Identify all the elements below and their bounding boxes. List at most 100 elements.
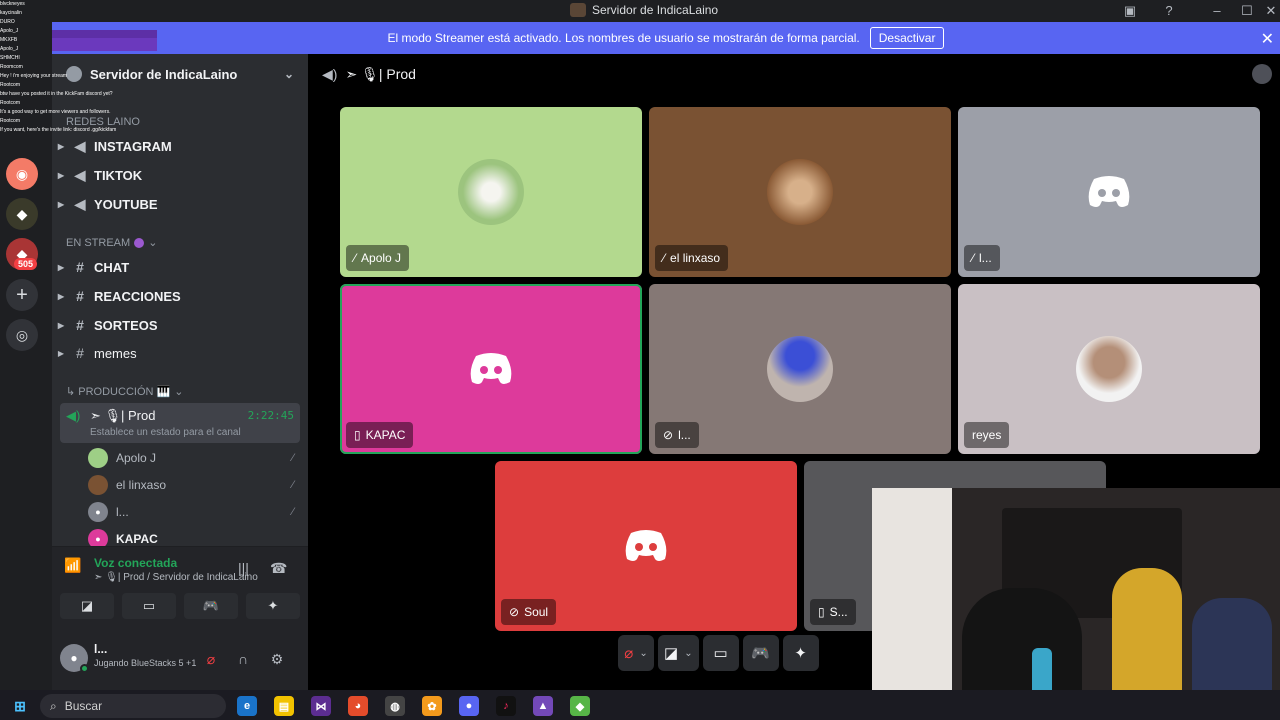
voice-user[interactable]: el linxaso ⁄	[88, 471, 300, 498]
online-status-icon	[80, 664, 89, 673]
camera-button[interactable]: ◪	[60, 593, 114, 619]
streamer-mode-message: El modo Streamer está activado. Los nomb…	[387, 31, 860, 45]
taskbar-search[interactable]: ⌕ Buscar	[40, 694, 226, 718]
add-server-icon[interactable]: +	[6, 279, 38, 311]
server-icon-2[interactable]: ◆	[6, 198, 38, 230]
disable-streamer-mode-button[interactable]: Desactivar	[869, 27, 945, 49]
server-icon	[570, 3, 586, 17]
participant-tile[interactable]: ⁄ el linxaso	[649, 107, 951, 277]
avatar	[88, 474, 108, 495]
caret-icon: ▶	[57, 262, 65, 272]
chevron-down-icon: ⌄	[639, 647, 648, 659]
channel-chat[interactable]: ▶ # CHAT	[52, 254, 308, 280]
screen-share-button[interactable]: ▭	[702, 635, 739, 671]
settings-gear-icon[interactable]: ⚙	[266, 648, 288, 670]
participant-tile[interactable]: ⊘ Soul	[495, 461, 797, 631]
chevron-down-icon: ⌄	[283, 67, 294, 81]
muted-icon: ⁄	[292, 478, 294, 491]
activities-button[interactable]: 🎮	[742, 635, 779, 671]
taskbar: ⊞ ⌕ Buscar e ▤ ⋈ ◕ ◍ ✿ ● ♪ ▲ ◆	[0, 690, 1280, 720]
mute-button[interactable]: ⌀ ⌄	[618, 635, 654, 671]
discord-icon[interactable]: ●	[459, 696, 479, 716]
category-en-stream[interactable]: EN STREAM ⌄	[66, 236, 157, 250]
screen-share-button[interactable]: ▭	[122, 593, 176, 619]
channel-title: ➣ 🎙| Prod	[345, 65, 416, 82]
chat-toggle-icon[interactable]	[1252, 64, 1272, 84]
app-icon[interactable]: ◍	[385, 696, 405, 716]
hash-icon: #	[76, 288, 84, 304]
help-icon[interactable]: ?	[1160, 2, 1178, 20]
signal-icon: 📶	[64, 557, 82, 573]
channel-reacciones[interactable]: ▶ # REACCIONES	[52, 283, 308, 309]
explore-icon[interactable]: ◎	[6, 319, 38, 351]
muted-icon: ⁄	[354, 251, 357, 265]
minimize-button[interactable]: –	[1208, 2, 1226, 20]
participant-label: ⊘ Soul	[501, 599, 557, 625]
screen-share-icon: ▭	[713, 645, 728, 662]
participant-label: reyes	[964, 422, 1010, 448]
visual-studio-icon[interactable]: ⋈	[311, 696, 331, 716]
participant-tile[interactable]: ⊘ l...	[649, 284, 951, 454]
activities-button[interactable]: 🎮	[184, 593, 238, 619]
webcam-overlay	[872, 488, 1280, 720]
edge-icon[interactable]: e	[237, 696, 257, 716]
voice-status[interactable]: Voz conectada	[94, 556, 177, 570]
server-icon-1[interactable]: ◉	[6, 158, 38, 190]
camera-off-icon: ◪	[80, 598, 94, 613]
mic-muted-icon: ⌀	[624, 645, 634, 662]
disconnect-icon[interactable]: ☎	[270, 560, 287, 577]
muted-icon: ⁄	[663, 251, 666, 265]
windows-start-icon[interactable]: ⊞	[10, 696, 30, 716]
camera-button[interactable]: ◪ ⌄	[658, 635, 699, 671]
bluestacks-icon[interactable]: ◆	[570, 696, 590, 716]
muted-icon: ⁄	[292, 505, 294, 518]
soundboard-button[interactable]: ✦	[782, 635, 819, 671]
chevron-down-icon: ⌄	[174, 386, 184, 398]
headphones-icon[interactable]: ∩	[232, 648, 254, 670]
voice-location[interactable]: ➣ 🎙| Prod / Servidor de IndicaLaino	[94, 572, 258, 583]
user-panel: ● l... Jugando BlueStacks 5 +1 ⌀ ∩ ⚙	[52, 628, 308, 690]
caret-icon: ▶	[57, 170, 65, 180]
username[interactable]: l...	[94, 642, 107, 656]
discord-logo-icon	[470, 353, 512, 384]
participant-tile[interactable]: ⁄ Apolo J	[340, 107, 642, 277]
mic-muted-icon[interactable]: ⌀	[200, 648, 222, 670]
file-explorer-icon[interactable]: ▤	[274, 696, 294, 716]
soundboard-button[interactable]: ✦	[246, 593, 300, 619]
chrome-icon[interactable]: ◕	[348, 696, 368, 716]
inbox-icon[interactable]: ▣	[1121, 2, 1139, 20]
channel-status[interactable]: Establece un estado para el canal	[90, 427, 241, 438]
maximize-button[interactable]: ☐	[1238, 2, 1256, 20]
person	[1112, 568, 1182, 698]
discord-avatar-icon: ●	[88, 501, 108, 522]
channel-sorteos[interactable]: ▶ # SORTEOS	[52, 312, 308, 338]
participant-tile[interactable]: reyes	[958, 284, 1260, 454]
participant-label: ▯ S...	[810, 599, 856, 625]
title-bar: Servidor de IndicaLaino ▣ ? – ☐ ✕	[0, 0, 1280, 22]
hash-icon: #	[76, 317, 84, 333]
stream-chat-overlay: blvckneyes kaycinalin DURO Apolo_J MKXFB…	[0, 1, 117, 133]
soundboard-icon: ✦	[267, 598, 279, 613]
voice-user[interactable]: Apolo J ⁄	[88, 444, 300, 471]
voice-user[interactable]: ● l... ⁄	[88, 498, 300, 525]
muted-icon: ⁄	[292, 451, 294, 464]
user-activity: Jugando BlueStacks 5 +1	[94, 658, 197, 668]
tiktok-icon[interactable]: ♪	[496, 696, 516, 716]
category-produccion[interactable]: ↳ PRODUCCIÓN 🎹 ⌄	[66, 385, 183, 398]
channel-youtube[interactable]: ▶ ◀ YOUTUBE	[52, 191, 308, 217]
app-icon[interactable]: ▲	[533, 696, 553, 716]
screen-share-icon: ▭	[142, 598, 156, 613]
channel-tiktok[interactable]: ▶ ◀ TIKTOK	[52, 162, 308, 188]
close-banner-icon[interactable]: ✕	[1261, 29, 1274, 49]
channel-memes[interactable]: ▶ # memes	[52, 340, 308, 366]
participant-label: ⁄ l...	[964, 245, 1000, 271]
participant-tile[interactable]: ▯ KAPAC	[340, 284, 642, 454]
live-dot-icon	[134, 237, 145, 248]
fl-studio-icon[interactable]: ✿	[422, 696, 442, 716]
wall	[872, 488, 952, 720]
active-voice-channel[interactable]: ◀) ➣ 🎙| Prod 2:22:45 Establece un estado…	[60, 403, 300, 443]
participant-tile[interactable]: ⁄ l...	[958, 107, 1260, 277]
mobile-icon: ▯	[354, 428, 361, 442]
close-window-button[interactable]: ✕	[1262, 2, 1280, 20]
noise-suppression-icon[interactable]: |||	[238, 560, 249, 576]
